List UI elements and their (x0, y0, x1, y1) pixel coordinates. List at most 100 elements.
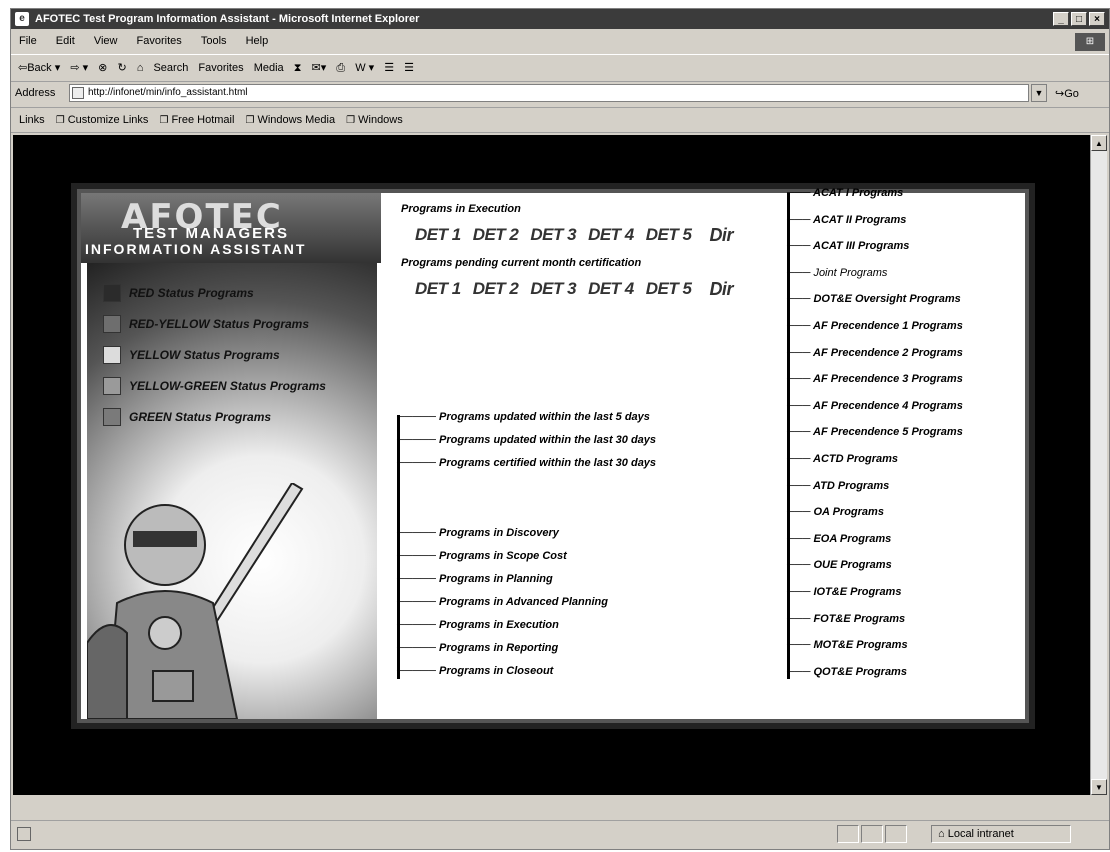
standard-toolbar: ⇦Back ▾ ⇨ ▾ ⊗ ↻ ⌂ Search Favorites Media… (11, 54, 1109, 82)
pending-det-5-link[interactable]: DET 5 (646, 279, 692, 300)
link-hotmail[interactable]: Free Hotmail (159, 114, 234, 126)
pending-det-1-link[interactable]: DET 1 (415, 279, 461, 300)
status-label: YELLOW-GREEN Status Programs (129, 379, 326, 393)
back-button[interactable]: ⇦Back ▾ (18, 62, 60, 74)
category-link[interactable]: ─── OA Programs (787, 506, 884, 518)
exec-det-3-link[interactable]: DET 3 (530, 225, 576, 246)
status-swatch (103, 315, 121, 333)
status-bar: ⌂ Local intranet (11, 820, 1109, 849)
refresh-button[interactable]: ↻ (117, 62, 126, 74)
category-link[interactable]: ─── ACAT I Programs (787, 187, 903, 199)
updated-5-days-link[interactable]: ───── Programs updated within the last 5… (397, 411, 650, 423)
menu-favorites[interactable]: Favorites (137, 35, 182, 47)
menu-view[interactable]: View (94, 35, 118, 47)
phase-planning-link[interactable]: ───── Programs in Planning (397, 573, 553, 585)
status-green-link[interactable]: GREEN Status Programs (103, 407, 271, 427)
messenger-button[interactable]: ☰ (404, 62, 414, 74)
category-link[interactable]: ─── OUE Programs (787, 559, 892, 571)
status-cell (861, 825, 883, 843)
menu-tools[interactable]: Tools (201, 35, 227, 47)
scroll-down-icon[interactable]: ▼ (1091, 779, 1107, 795)
exec-det-1-link[interactable]: DET 1 (415, 225, 461, 246)
link-windows-media[interactable]: Windows Media (245, 114, 335, 126)
menu-bar: File Edit View Favorites Tools Help (11, 30, 1109, 52)
category-link[interactable]: ─── ACAT III Programs (787, 240, 909, 252)
scroll-up-icon[interactable]: ▲ (1091, 135, 1107, 151)
pending-det-2-link[interactable]: DET 2 (473, 279, 519, 300)
address-dropdown-icon[interactable]: ▼ (1031, 84, 1047, 102)
security-zone: ⌂ Local intranet (931, 825, 1071, 843)
category-link[interactable]: ─── ACTD Programs (787, 453, 898, 465)
exec-dir-link[interactable]: Dir (709, 225, 733, 246)
category-link[interactable]: ─── AF Precendence 1 Programs (787, 320, 963, 332)
exec-det-5-link[interactable]: DET 5 (646, 225, 692, 246)
category-link[interactable]: ─── AF Precendence 5 Programs (787, 426, 963, 438)
home-button[interactable]: ⌂ (137, 62, 144, 74)
stop-button[interactable]: ⊗ (98, 62, 107, 74)
status-yellow-link[interactable]: YELLOW Status Programs (103, 345, 280, 365)
category-link[interactable]: ─── DOT&E Oversight Programs (787, 293, 961, 305)
updated-30-days-link[interactable]: ───── Programs updated within the last 3… (397, 434, 656, 446)
media-button[interactable]: Media (254, 62, 284, 74)
browser-window: e AFOTEC Test Program Information Assist… (10, 8, 1110, 850)
category-link[interactable]: ─── AF Precendence 3 Programs (787, 373, 963, 385)
print-button[interactable]: ⎙ (336, 62, 345, 74)
category-link[interactable]: ─── ATD Programs (787, 480, 889, 492)
page-content: AFOTEC TEST MANAGERS INFORMATION ASSISTA… (13, 135, 1091, 795)
category-link[interactable]: ─── ACAT II Programs (787, 214, 906, 226)
status-swatch (103, 377, 121, 395)
link-customize[interactable]: Customize Links (56, 114, 149, 126)
phase-execution-link[interactable]: ───── Programs in Execution (397, 619, 559, 631)
category-link[interactable]: ─── QOT&E Programs (787, 666, 907, 678)
status-label: GREEN Status Programs (129, 410, 272, 424)
link-windows[interactable]: Windows (346, 114, 403, 126)
status-cell (885, 825, 907, 843)
knight-illustration (87, 483, 304, 719)
category-link[interactable]: ─── AF Precendence 2 Programs (787, 347, 963, 359)
phase-closeout-link[interactable]: ───── Programs in Closeout (397, 665, 553, 677)
category-link[interactable]: ─── FOT&E Programs (787, 613, 905, 625)
category-link[interactable]: ─── Joint Programs (787, 267, 887, 279)
go-button[interactable]: ↪Go (1055, 87, 1079, 100)
windows-logo-icon: ⊞ (1075, 33, 1105, 51)
category-link[interactable]: ─── IOT&E Programs (787, 586, 901, 598)
status-red-link[interactable]: RED Status Programs (103, 283, 254, 303)
exec-det-4-link[interactable]: DET 4 (588, 225, 634, 246)
phase-reporting-link[interactable]: ───── Programs in Reporting (397, 642, 558, 654)
phase-scope-cost-link[interactable]: ───── Programs in Scope Cost (397, 550, 567, 562)
status-swatch (103, 408, 121, 426)
edit-button[interactable]: W ▾ (355, 62, 374, 74)
status-yellow-green-link[interactable]: YELLOW-GREEN Status Programs (103, 376, 326, 396)
category-link[interactable]: ─── AF Precendence 4 Programs (787, 400, 963, 412)
links-bar: Links Customize Links Free Hotmail Windo… (11, 108, 1109, 133)
favorites-button[interactable]: Favorites (198, 62, 243, 74)
pending-det-3-link[interactable]: DET 3 (530, 279, 576, 300)
menu-file[interactable]: File (19, 35, 37, 47)
phase-advanced-planning-link[interactable]: ───── Programs in Advanced Planning (397, 596, 608, 608)
address-input[interactable]: http://infonet/min/info_assistant.html (69, 84, 1029, 102)
search-button[interactable]: Search (153, 62, 188, 74)
vertical-scrollbar[interactable]: ▲ ▼ (1090, 135, 1107, 795)
close-button[interactable]: × (1089, 12, 1105, 26)
phase-discovery-link[interactable]: ───── Programs in Discovery (397, 527, 559, 539)
page-status-icon (17, 827, 31, 841)
menu-help[interactable]: Help (246, 35, 269, 47)
pending-dir-link[interactable]: Dir (709, 279, 733, 300)
pending-det-4-link[interactable]: DET 4 (588, 279, 634, 300)
status-red-yellow-link[interactable]: RED-YELLOW Status Programs (103, 314, 309, 334)
mail-button[interactable]: ✉▾ (312, 62, 327, 74)
certified-30-days-link[interactable]: ───── Programs certified within the last… (397, 457, 656, 469)
address-label: Address (15, 87, 56, 99)
history-button[interactable]: ⧗ (294, 62, 302, 74)
maximize-button[interactable]: □ (1071, 12, 1087, 26)
exec-det-2-link[interactable]: DET 2 (473, 225, 519, 246)
menu-edit[interactable]: Edit (56, 35, 75, 47)
forward-button[interactable]: ⇨ ▾ (70, 62, 88, 74)
category-link[interactable]: ─── MOT&E Programs (787, 639, 908, 651)
address-url: http://infonet/min/info_assistant.html (88, 87, 248, 98)
discuss-button[interactable]: ☰ (384, 62, 394, 74)
banner-line-1: TEST MANAGERS (133, 225, 290, 242)
minimize-button[interactable]: _ (1053, 12, 1069, 26)
category-link[interactable]: ─── EOA Programs (787, 533, 891, 545)
links-label: Links (19, 114, 45, 126)
